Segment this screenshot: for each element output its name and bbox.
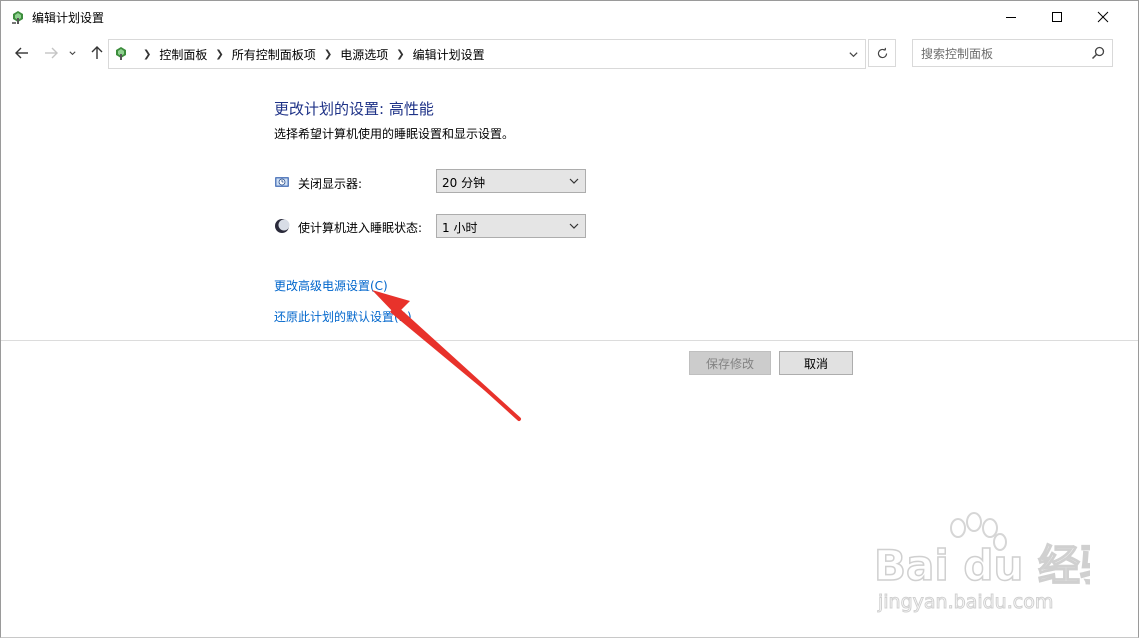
divider <box>1 340 1138 341</box>
watermark-site-text: jingyan.baidu.com <box>877 591 1053 613</box>
sleep-select[interactable]: 1 小时 <box>436 214 586 238</box>
breadcrumb-item[interactable]: 电源选项 <box>340 46 388 63</box>
chevron-down-icon <box>569 223 579 229</box>
chevron-down-icon <box>848 51 858 57</box>
title-bar: 编辑计划设置 <box>1 1 1138 33</box>
address-history-button[interactable] <box>840 40 865 68</box>
advanced-power-settings-link[interactable]: 更改高级电源设置(C) <box>274 277 388 294</box>
monitor-clock-icon <box>274 174 290 190</box>
minimize-button[interactable] <box>988 1 1034 33</box>
minimize-icon <box>1006 17 1016 18</box>
search-box[interactable] <box>912 39 1113 67</box>
refresh-button[interactable] <box>868 39 896 67</box>
maximize-button[interactable] <box>1034 1 1080 33</box>
chevron-down-icon <box>68 50 76 55</box>
chevron-down-icon <box>569 178 579 184</box>
forward-button[interactable] <box>41 43 61 63</box>
page-title: 更改计划的设置: 高性能 <box>274 100 434 118</box>
breadcrumb: ❯ 控制面板 ❯ 所有控制面板项 ❯ 电源选项 ❯ 编辑计划设置 <box>135 46 485 63</box>
breadcrumb-item[interactable]: 编辑计划设置 <box>413 46 485 63</box>
breadcrumb-separator-icon[interactable]: ❯ <box>396 49 404 60</box>
search-icon[interactable] <box>1091 46 1105 60</box>
moon-icon <box>274 218 290 234</box>
display-off-value: 20 分钟 <box>442 176 486 190</box>
breadcrumb-separator-icon[interactable]: ❯ <box>324 49 332 60</box>
sleep-value: 1 小时 <box>442 221 478 235</box>
refresh-icon <box>877 47 887 58</box>
arrow-left-icon <box>15 47 28 59</box>
baidu-watermark: Bai du 经验 jingyan.baidu.com <box>870 510 1090 620</box>
breadcrumb-separator-icon: ❯ <box>143 49 152 60</box>
arrow-up-icon <box>91 46 103 59</box>
close-button[interactable] <box>1080 1 1126 33</box>
window-title: 编辑计划设置 <box>32 11 105 25</box>
back-button[interactable] <box>12 43 32 63</box>
navigation-bar: ❯ 控制面板 ❯ 所有控制面板项 ❯ 电源选项 ❯ 编辑计划设置 <box>1 37 1138 69</box>
display-off-label: 关闭显示器: <box>298 177 363 191</box>
paw-logo-icon: Bai du 经验 jingyan.baidu.com <box>873 512 1090 614</box>
breadcrumb-item[interactable]: 控制面板 <box>159 46 207 63</box>
power-options-icon <box>10 9 26 25</box>
save-changes-button[interactable]: 保存修改 <box>689 351 771 375</box>
control-panel-icon <box>113 45 129 61</box>
close-icon <box>1097 11 1109 23</box>
search-input[interactable] <box>919 44 1083 64</box>
arrow-right-icon <box>45 47 58 59</box>
breadcrumb-item[interactable]: 所有控制面板项 <box>232 46 316 63</box>
maximize-icon <box>1052 12 1062 22</box>
restore-defaults-link[interactable]: 还原此计划的默认设置(R) <box>274 308 412 325</box>
display-off-select[interactable]: 20 分钟 <box>436 169 586 193</box>
breadcrumb-separator-icon[interactable]: ❯ <box>215 49 223 60</box>
recent-locations-button[interactable] <box>65 43 79 63</box>
page-description: 选择希望计算机使用的睡眠设置和显示设置。 <box>274 127 515 141</box>
address-bar[interactable]: ❯ 控制面板 ❯ 所有控制面板项 ❯ 电源选项 ❯ 编辑计划设置 <box>108 39 866 69</box>
cancel-button[interactable]: 取消 <box>779 351 853 375</box>
watermark-logo-text: Bai du 经验 <box>874 541 1090 590</box>
up-button[interactable] <box>87 43 107 63</box>
sleep-label: 使计算机进入睡眠状态: <box>298 221 423 235</box>
